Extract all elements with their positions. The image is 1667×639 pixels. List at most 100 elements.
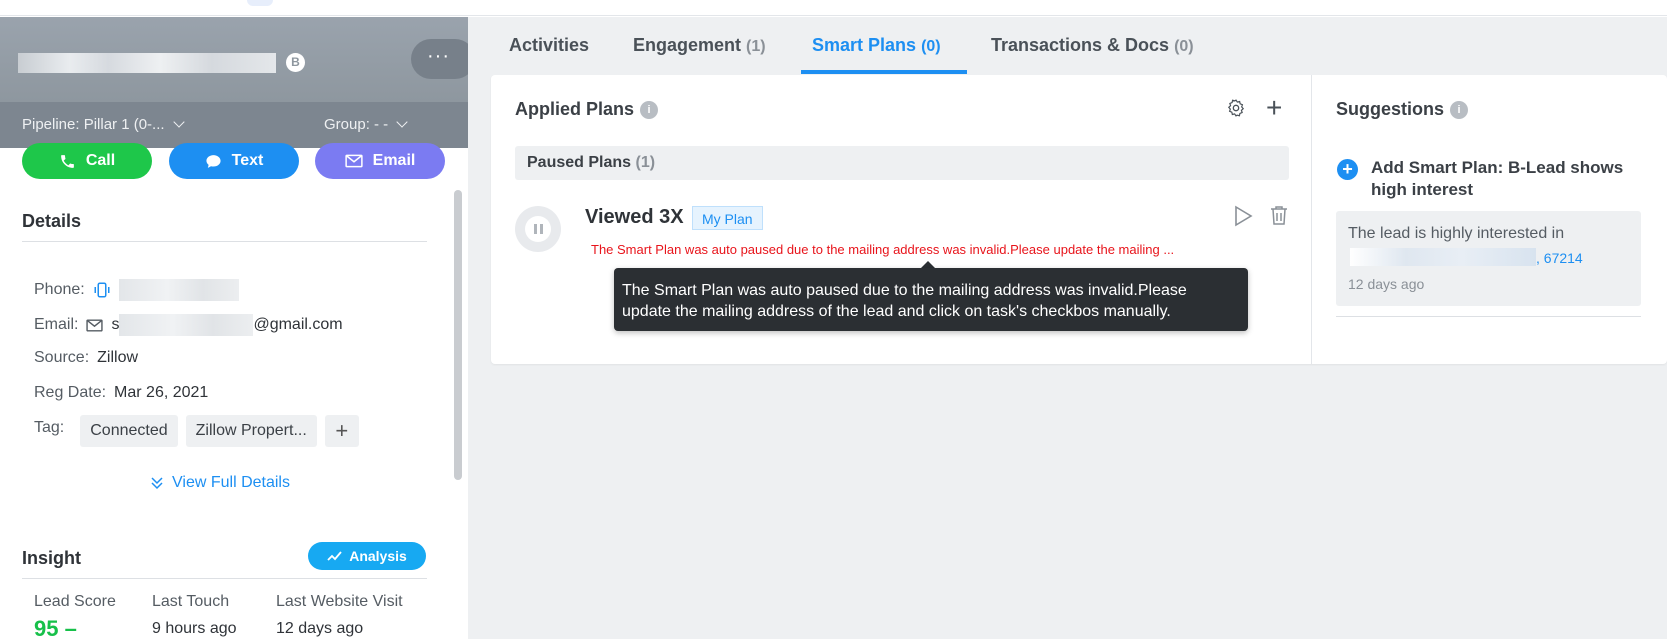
last-website-visit-value: 12 days ago <box>276 620 364 637</box>
source-field: Source: Zillow <box>34 349 138 367</box>
warning-tooltip: The Smart Plan was auto paused due to th… <box>614 268 1248 331</box>
contact-name-redacted <box>18 53 276 73</box>
lead-score-number: 95 <box>34 616 59 639</box>
tab-label: Smart Plans <box>812 35 917 55</box>
email-value-redacted <box>119 314 254 336</box>
tab-engagement[interactable]: Engagement (1) <box>633 35 766 56</box>
tab-label: Transactions & Docs <box>991 35 1170 55</box>
insight-heading: Insight <box>22 548 81 568</box>
tag-label: Tag: <box>34 419 65 436</box>
top-indicator <box>247 0 273 6</box>
last-touch-value: 9 hours ago <box>152 620 237 637</box>
trash-icon[interactable] <box>1270 205 1288 226</box>
tab-bar: Activities Engagement (1) Smart Plans (0… <box>468 17 1667 75</box>
reg-date-field: Reg Date: Mar 26, 2021 <box>34 384 208 402</box>
email-prefix: s <box>111 316 120 333</box>
active-tab-indicator <box>801 70 967 74</box>
more-options-button[interactable]: ··· <box>411 39 468 79</box>
add-tag-button[interactable]: + <box>324 415 359 447</box>
add-plan-button[interactable]: + <box>1266 92 1282 124</box>
email-field: Email: s @gmail.com <box>34 314 343 336</box>
group-select[interactable]: Group: - - <box>324 116 408 133</box>
details-divider <box>22 241 427 242</box>
call-button[interactable]: Call <box>22 143 152 179</box>
pipeline-bar: Pipeline: Pillar 1 (0-... Group: - - <box>0 102 468 148</box>
text-button[interactable]: Text <box>169 143 299 179</box>
left-panel-scrollbar[interactable] <box>454 190 462 480</box>
view-full-details-link[interactable]: View Full Details <box>150 474 290 492</box>
email-button[interactable]: Email <box>315 143 445 179</box>
envelope-icon <box>345 154 363 168</box>
tab-count: (0) <box>1174 38 1194 55</box>
suggestions-heading: Suggestions i <box>1336 99 1469 120</box>
view-full-details-label: View Full Details <box>172 474 290 491</box>
info-icon[interactable]: i <box>1450 100 1469 119</box>
applied-plans-title: Applied Plans <box>515 99 635 119</box>
reg-date-label: Reg Date: <box>34 384 107 401</box>
tab-smart-plans[interactable]: Smart Plans (0) <box>812 35 941 56</box>
last-touch-label: Last Touch <box>152 593 230 610</box>
source-label: Source: <box>34 349 90 366</box>
last-website-visit-label: Last Website Visit <box>276 593 403 610</box>
tag-chip[interactable]: Connected <box>80 415 178 447</box>
chevron-down-icon <box>172 116 185 128</box>
pause-icon[interactable] <box>515 206 561 252</box>
info-icon[interactable]: i <box>640 100 659 119</box>
chevron-down-icon <box>396 116 408 128</box>
tab-activities[interactable]: Activities <box>509 35 589 56</box>
play-icon[interactable] <box>1233 205 1253 227</box>
suggestion-address-redacted <box>1350 248 1536 266</box>
lead-score-trend: – <box>64 616 77 639</box>
contact-header: B ··· <box>0 17 468 102</box>
tab-count: (1) <box>746 38 766 55</box>
plan-name[interactable]: Viewed 3X <box>585 206 684 229</box>
suggestions-title: Suggestions <box>1336 99 1445 119</box>
plan-owner-badge: My Plan <box>692 206 763 230</box>
paused-plans-label: Paused Plans <box>527 154 632 171</box>
card-divider <box>1311 75 1312 364</box>
tooltip-line: The Smart Plan was auto paused due to th… <box>622 282 1187 299</box>
pipeline-value: Pipeline: Pillar 1 (0-... <box>22 116 165 133</box>
call-label: Call <box>85 152 116 169</box>
details-heading: Details <box>22 211 82 231</box>
phone-value-redacted <box>118 279 239 301</box>
paused-plans-header[interactable]: Paused Plans (1) <box>515 146 1289 180</box>
lead-score-label: Lead Score <box>34 593 116 610</box>
tab-count: (0) <box>921 38 941 55</box>
lead-type-badge: B <box>286 53 305 72</box>
tooltip-line: update the mailing address of the lead a… <box>622 303 1171 320</box>
lead-score-value: 95 – <box>34 616 77 639</box>
text-label: Text <box>231 152 264 169</box>
email-label-text: Email: <box>34 316 79 333</box>
trend-line-icon <box>327 551 342 561</box>
tab-label: Engagement <box>633 35 742 55</box>
auto-pause-warning: The Smart Plan was auto paused due to th… <box>591 242 1175 257</box>
phone-field: Phone: <box>34 279 239 301</box>
analysis-label: Analysis <box>349 548 407 564</box>
pipeline-select[interactable]: Pipeline: Pillar 1 (0-... <box>22 116 185 133</box>
tag-chip[interactable]: Zillow Propert... <box>185 415 317 447</box>
add-suggestion-icon[interactable]: + <box>1337 159 1358 180</box>
tab-transactions-docs[interactable]: Transactions & Docs (0) <box>991 35 1194 56</box>
analysis-button[interactable]: Analysis <box>308 542 426 570</box>
applied-plans-heading: Applied Plans i <box>515 99 659 120</box>
chat-bubble-icon <box>206 154 221 168</box>
envelope-icon[interactable] <box>86 318 104 332</box>
phone-icon <box>60 154 74 168</box>
double-chevron-down-icon <box>151 477 163 490</box>
suggestion-address-link[interactable]: , 67214 <box>1536 250 1583 266</box>
tag-field: Tag: Connected Zillow Propert... + <box>34 415 359 447</box>
vibrate-phone-icon[interactable] <box>93 281 111 299</box>
phone-label: Phone: <box>34 281 85 298</box>
reg-date-value: Mar 26, 2021 <box>114 384 209 401</box>
paused-plans-count: (1) <box>635 154 656 171</box>
tab-label: Activities <box>509 35 590 55</box>
suggestion-divider <box>1336 316 1641 317</box>
gear-icon[interactable] <box>1226 98 1246 118</box>
insight-divider <box>22 578 427 579</box>
email-domain: @gmail.com <box>253 316 343 333</box>
group-value: Group: - - <box>324 116 389 133</box>
suggestion-timestamp: 12 days ago <box>1348 276 1425 292</box>
suggestion-description: The lead is highly interested in <box>1348 225 1565 242</box>
suggestion-item[interactable]: Add Smart Plan: B-Lead shows high intere… <box>1371 157 1651 201</box>
